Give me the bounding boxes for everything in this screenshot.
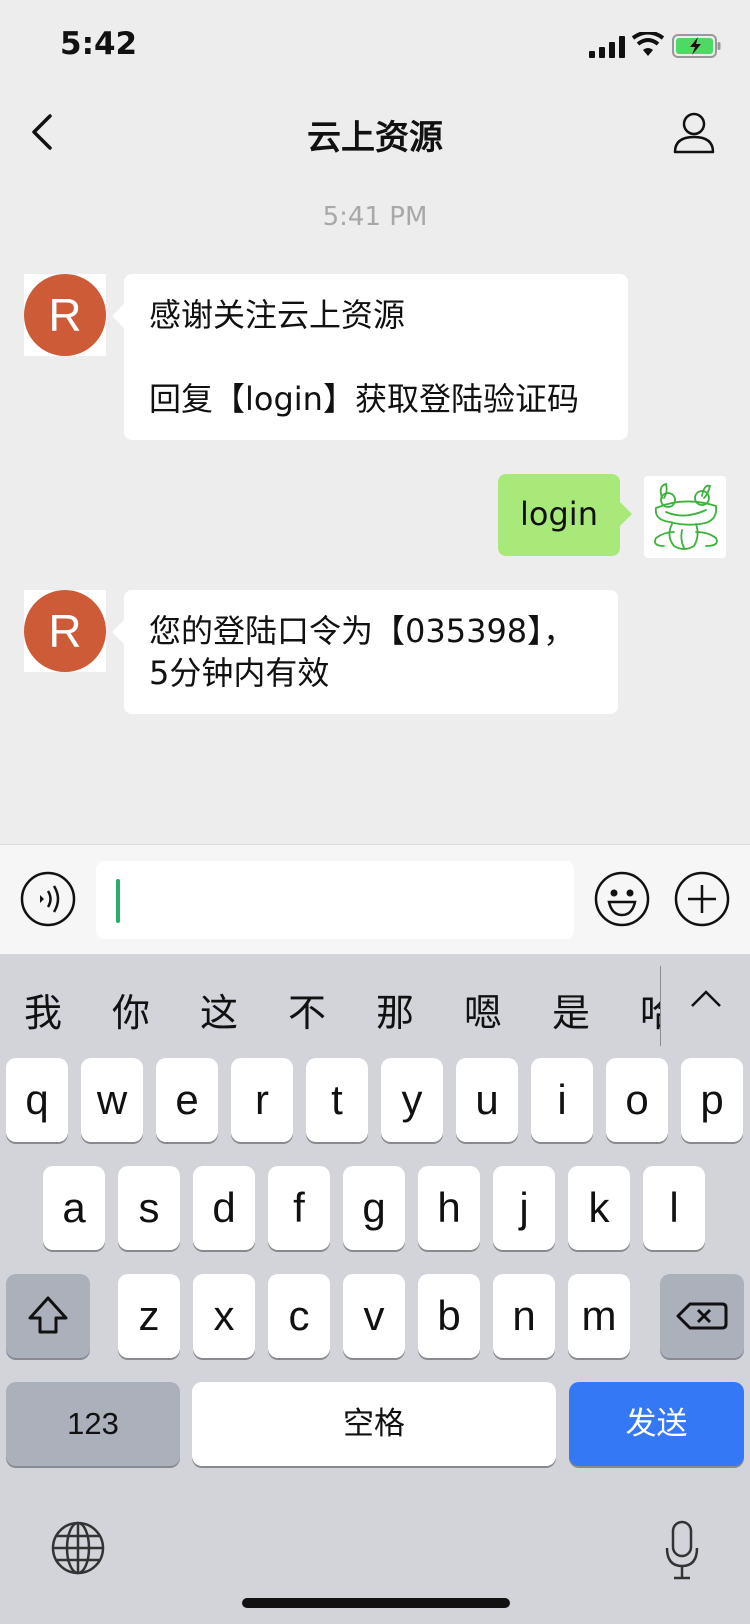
- voice-input-icon[interactable]: [20, 871, 76, 927]
- battery-charging-icon: [672, 34, 721, 58]
- key-a[interactable]: a: [43, 1166, 105, 1250]
- avatar-letter: R: [24, 590, 106, 672]
- avatar-letter: R: [24, 274, 106, 356]
- profile-icon[interactable]: [672, 110, 716, 154]
- space-key[interactable]: 空格: [192, 1382, 556, 1466]
- key-u[interactable]: u: [456, 1058, 518, 1142]
- key-s[interactable]: s: [118, 1166, 180, 1250]
- frog-avatar-icon: [654, 482, 718, 550]
- chat-title: 云上资源: [307, 118, 443, 158]
- key-q[interactable]: q: [6, 1058, 68, 1142]
- candidate-word[interactable]: 我: [24, 982, 62, 1037]
- key-r[interactable]: r: [231, 1058, 293, 1142]
- key-y[interactable]: y: [381, 1058, 443, 1142]
- key-i[interactable]: i: [531, 1058, 593, 1142]
- message-bubble[interactable]: 您的登陆口令为【035398】， 5分钟内有效: [112, 590, 618, 714]
- key-w[interactable]: w: [81, 1058, 143, 1142]
- numbers-key[interactable]: 123: [6, 1382, 180, 1466]
- key-x[interactable]: x: [193, 1274, 255, 1358]
- key-n[interactable]: n: [493, 1274, 555, 1358]
- message-line: 5分钟内有效: [149, 654, 330, 692]
- key-d[interactable]: d: [193, 1166, 255, 1250]
- status-time: 5:42: [60, 26, 138, 62]
- key-b[interactable]: b: [418, 1274, 480, 1358]
- message-line: [149, 336, 603, 378]
- key-e[interactable]: e: [156, 1058, 218, 1142]
- wifi-icon: [632, 32, 664, 56]
- microphone-icon[interactable]: [664, 1520, 700, 1580]
- my-message-bubble[interactable]: login: [498, 474, 632, 556]
- emoji-icon[interactable]: [594, 871, 650, 927]
- contact-avatar[interactable]: R: [24, 590, 106, 672]
- candidate-word[interactable]: 哈: [640, 982, 660, 1037]
- key-m[interactable]: m: [568, 1274, 630, 1358]
- more-options-icon[interactable]: [674, 871, 730, 927]
- message-line: 您的登陆口令为【035398】，: [149, 612, 576, 650]
- candidate-word[interactable]: 你: [112, 982, 150, 1037]
- globe-icon[interactable]: [50, 1520, 106, 1576]
- key-v[interactable]: v: [343, 1274, 405, 1358]
- candidate-divider: [660, 966, 661, 1046]
- candidate-word[interactable]: 这: [200, 982, 238, 1037]
- message-line: 回复【login】获取登陆验证码: [149, 380, 579, 418]
- input-bar: [0, 844, 750, 954]
- candidate-word[interactable]: 不: [288, 982, 326, 1037]
- message-input[interactable]: [96, 861, 574, 939]
- key-f[interactable]: f: [268, 1166, 330, 1250]
- cellular-signal-icon: [589, 36, 625, 58]
- candidate-word[interactable]: 那: [376, 982, 414, 1037]
- shift-key[interactable]: [6, 1274, 90, 1358]
- message-text: login: [520, 495, 598, 533]
- key-o[interactable]: o: [606, 1058, 668, 1142]
- message-line: 感谢关注云上资源: [149, 296, 406, 334]
- expand-candidates-icon[interactable]: [688, 984, 724, 1014]
- delete-key[interactable]: [660, 1274, 744, 1358]
- candidate-bar: 我 你 这 不 那 嗯 是 哈: [0, 954, 750, 1054]
- candidate-word[interactable]: 嗯: [464, 982, 502, 1037]
- key-g[interactable]: g: [343, 1166, 405, 1250]
- nav-bar: 云上资源: [0, 88, 750, 176]
- key-k[interactable]: k: [568, 1166, 630, 1250]
- shift-icon: [28, 1296, 68, 1334]
- home-indicator[interactable]: [242, 1598, 510, 1608]
- my-avatar[interactable]: [644, 476, 726, 558]
- message-timestamp: 5:41 PM: [322, 202, 428, 232]
- keyboard: 我 你 这 不 那 嗯 是 哈 q w e r t y u i o p a s …: [0, 954, 750, 1624]
- key-z[interactable]: z: [118, 1274, 180, 1358]
- key-p[interactable]: p: [681, 1058, 743, 1142]
- key-t[interactable]: t: [306, 1058, 368, 1142]
- backspace-icon: [676, 1302, 728, 1330]
- text-caret: [116, 879, 120, 923]
- status-bar: 5:42: [0, 0, 750, 88]
- key-l[interactable]: l: [643, 1166, 705, 1250]
- key-c[interactable]: c: [268, 1274, 330, 1358]
- message-bubble[interactable]: 感谢关注云上资源 回复【login】获取登陆验证码: [112, 274, 628, 440]
- contact-avatar[interactable]: R: [24, 274, 106, 356]
- key-h[interactable]: h: [418, 1166, 480, 1250]
- send-key[interactable]: 发送: [569, 1382, 744, 1466]
- key-j[interactable]: j: [493, 1166, 555, 1250]
- candidate-word[interactable]: 是: [552, 982, 590, 1037]
